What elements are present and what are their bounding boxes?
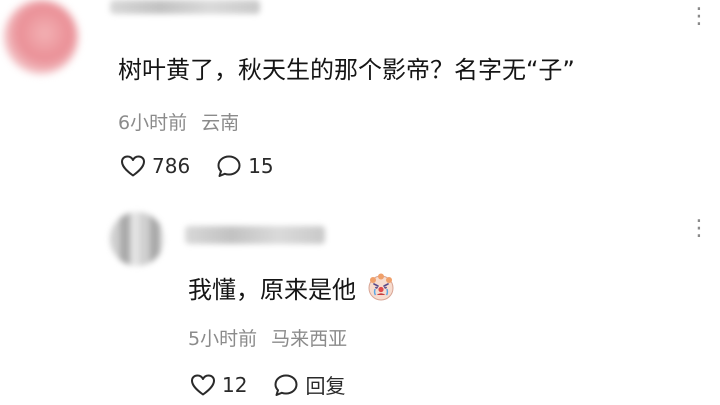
speech-bubble-icon	[274, 374, 298, 396]
username-blurred[interactable]	[110, 0, 260, 14]
reply-text-content: 我懂，原来是他	[188, 276, 356, 304]
reply-text: 我懂，原来是他	[188, 270, 396, 305]
reply-actions: 12 回复	[190, 370, 345, 399]
avatar[interactable]	[4, 0, 78, 74]
like-button[interactable]: 12	[190, 373, 247, 397]
comment-time: 6小时前	[118, 112, 188, 134]
more-dots-icon[interactable]: ⋮	[688, 218, 711, 240]
more-dots-icon[interactable]: ⋮	[688, 6, 711, 28]
username-blurred[interactable]	[185, 226, 325, 244]
like-count: 12	[222, 372, 248, 397]
avatar[interactable]	[110, 212, 164, 266]
speech-bubble-icon	[217, 155, 241, 177]
reply-button[interactable]: 回复	[273, 370, 345, 399]
reply-label: 回复	[305, 374, 346, 398]
comment-text: 树叶黄了，秋天生的那个影帝？名字无“子”	[118, 56, 575, 84]
heart-outline-icon	[191, 374, 215, 395]
like-count: 786	[152, 154, 191, 178]
reply-count: 15	[248, 154, 274, 178]
comment-meta: 6小时前 云南	[118, 108, 239, 135]
reply-meta: 5小时前 马来西亚	[188, 324, 347, 351]
comment-actions: 786 15	[120, 154, 274, 178]
like-button[interactable]: 786	[120, 154, 190, 178]
reply-time: 5小时前	[188, 328, 258, 350]
heart-outline-icon	[121, 155, 145, 177]
comment-location: 云南	[201, 112, 240, 134]
clown-crying-emoji	[368, 273, 394, 301]
reply-location: 马来西亚	[271, 328, 348, 350]
comment-reply-button[interactable]: 15	[216, 154, 274, 178]
